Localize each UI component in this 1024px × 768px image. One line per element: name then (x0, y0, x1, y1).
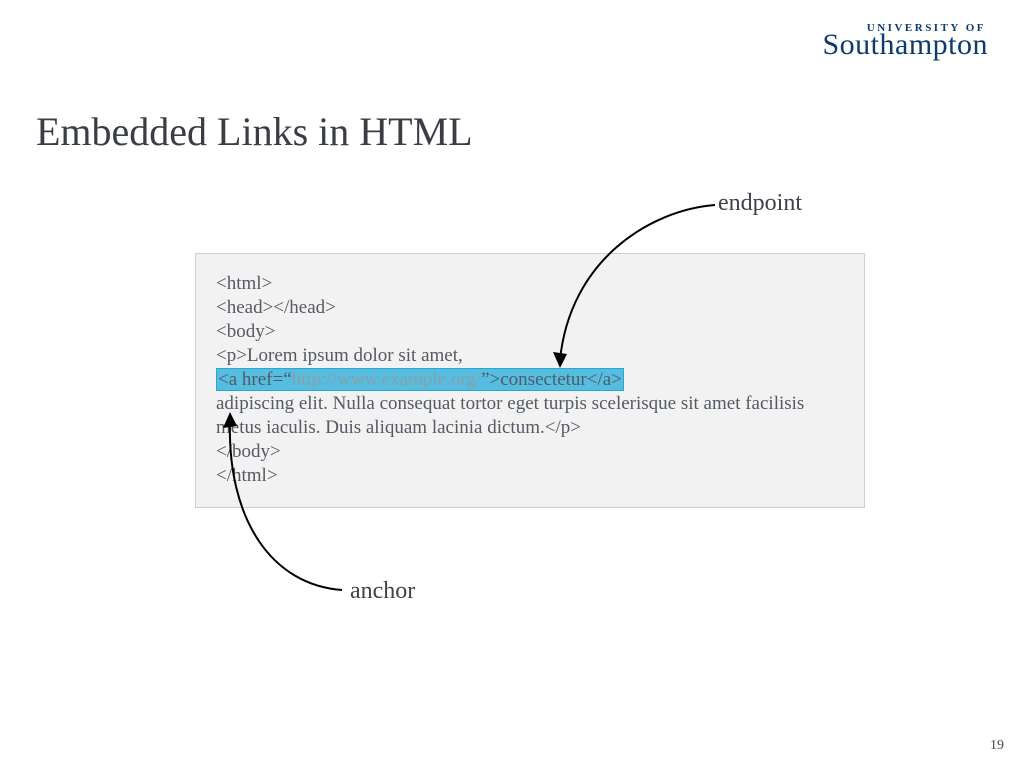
code-line: </body> (216, 440, 844, 464)
anchor-url: http://www.example.org/ (292, 369, 481, 390)
code-line: <body> (216, 320, 844, 344)
page-number: 19 (990, 738, 1004, 754)
code-line: <html> (216, 272, 844, 296)
anchor-close: ”>consectetur</a> (481, 369, 622, 390)
anchor-open: <a href=“ (218, 369, 292, 390)
label-endpoint: endpoint (718, 190, 802, 217)
label-anchor: anchor (350, 578, 415, 605)
code-line: <head></head> (216, 296, 844, 320)
slide-title: Embedded Links in HTML (36, 108, 473, 155)
logo-main-text: Southampton (822, 28, 988, 62)
code-line: adipiscing elit. Nulla consequat tortor … (216, 392, 844, 440)
code-example-box: <html> <head></head> <body> <p>Lorem ips… (195, 253, 865, 508)
code-line-anchor: <a href=“http://www.example.org/”>consec… (216, 368, 844, 392)
university-logo: UNIVERSITY OF Southampton (822, 22, 988, 62)
code-line: <p>Lorem ipsum dolor sit amet, (216, 344, 844, 368)
code-line: </html> (216, 464, 844, 488)
